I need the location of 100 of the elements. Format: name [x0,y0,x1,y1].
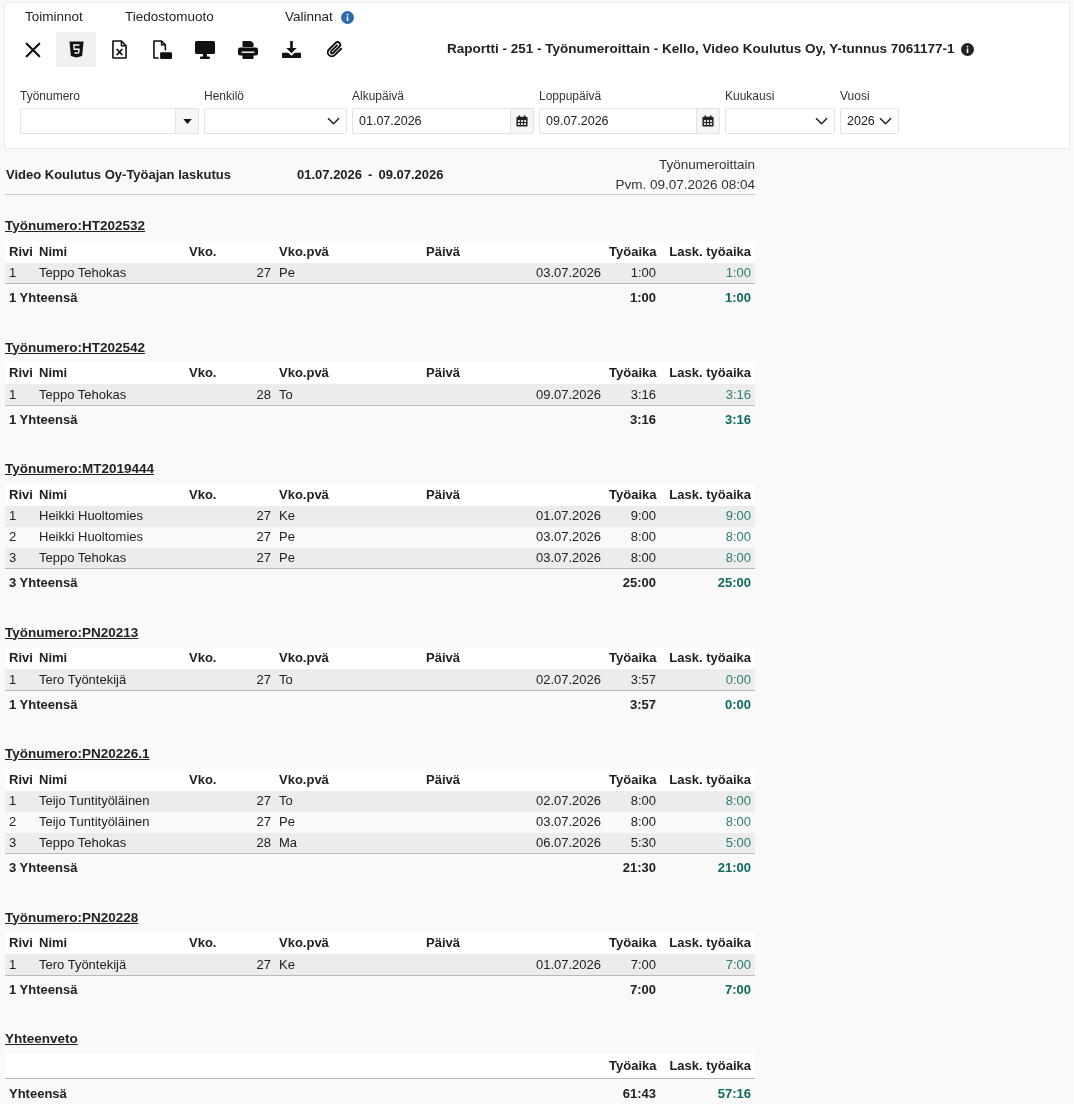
menu-item[interactable]: Valinnat [285,6,333,28]
select-field[interactable] [204,108,347,134]
menu-item[interactable]: Toiminnot [25,6,83,28]
total-label: 1 Yhteensä [5,690,605,716]
column-header: Rivi [5,483,35,506]
column-header: Lask. työaika [660,932,755,954]
table-cell: 1 [5,669,35,690]
table-cell: 27 [185,505,275,527]
column-header: Rivi [5,647,35,669]
table-cell: Teijo Tuntityöläinen [35,811,185,833]
column-header: Työaika [605,483,660,506]
calendar-icon [516,115,528,127]
group-heading: Työnumero:PN20228 [5,908,139,927]
column-header: Nimi [35,768,185,791]
table-cell: 8:00 [605,811,660,833]
column-header: Päivä [422,647,605,669]
table-cell: Ma [275,832,422,854]
column-header: Lask. työaika [660,483,755,506]
end-date: 09.07.2026 [378,165,444,184]
table-cell: Tero Työntekijä [35,954,185,975]
print-date: Pvm. 09.07.2026 08:04 [615,175,755,194]
total-cell: 21:30 [605,853,660,880]
table-cell: 27 [185,547,275,569]
table-cell: 5:30 [605,832,660,854]
group-heading: Työnumero:MT2019444 [5,460,155,478]
table-cell: To [275,669,422,690]
calendar-button[interactable] [510,108,534,134]
table-cell: 02.07.2026 [422,669,605,690]
table-cell: 9:00 [660,505,755,527]
total-label: 1 Yhteensä [5,405,605,431]
dropdown-button[interactable] [175,108,199,134]
summary-heading: Yhteenveto [5,1030,78,1048]
column-header: Lask. työaika [660,647,755,669]
column-header: Työaika [605,768,660,791]
table-cell: Pe [275,547,422,569]
field-label: Vuosi [840,89,871,103]
paperclip-icon [324,40,344,59]
table-cell: 2 [5,811,35,833]
total-label: 1 Yhteensä [5,283,605,310]
group-heading: Työnumero:HT202542 [5,338,146,357]
date-separator: - [368,165,373,184]
table-cell: 3:57 [605,669,660,690]
chevron-down-icon [327,117,340,125]
column-header: Työaika [605,362,660,384]
total-cell: 61:43 [605,1078,661,1104]
column-header: Työaika [605,647,660,669]
table-cell: 8:00 [605,790,660,812]
table-cell: Pe [275,811,422,833]
table-cell: 8:00 [605,547,660,569]
column-header: Vko.pvä [275,362,422,384]
column-header: Rivi [5,240,35,263]
group-heading: Työnumero:PN20226.1 [5,745,150,763]
table-cell: Teppo Tehokas [35,547,185,569]
column-header: Vko. [185,932,275,954]
column-header: Päivä [422,483,605,506]
total-cell: 25:00 [605,568,660,595]
table-cell: 03.07.2026 [422,811,605,833]
column-header: Päivä [422,240,605,263]
table-cell: Pe [275,526,422,548]
table-cell: 2 [5,526,35,548]
column-header: Lask. työaika [660,768,755,791]
table-cell: Pe [275,262,422,284]
column-header: Vko.pvä [275,240,422,263]
report-title: Raportti - 251 - Työnumeroittain - Kello, Video Koulutus Oy, Y-tunnus 7061177-1 [447,40,955,59]
combo-field[interactable] [20,108,176,134]
table-cell: 28 [185,384,275,405]
date-field[interactable]: 09.07.2026 [539,108,697,134]
table-cell: 27 [185,790,275,812]
menu-item[interactable]: Tiedostomuoto [125,6,214,28]
column-header: Työaika [605,240,660,263]
total-cell: 1:00 [660,283,755,310]
date-field[interactable]: 01.07.2026 [352,108,511,134]
table-cell: 27 [185,669,275,690]
select-field[interactable] [725,108,835,134]
report-grouping: Työnumeroittain [657,155,755,174]
table-cell: Ke [275,954,422,975]
total-label: 1 Yhteensä [5,975,605,1001]
table-cell: 8:00 [660,790,755,812]
column-header: Rivi [5,362,35,384]
table-cell: 0:00 [660,669,755,690]
start-date: 01.07.2026 [297,165,363,184]
calendar-button[interactable] [696,108,720,134]
table-cell: 3:16 [605,384,660,405]
table-cell: Teijo Tuntityöläinen [35,790,185,812]
table-cell: 01.07.2026 [422,954,605,975]
column-header: Työaika [605,932,660,954]
table-cell: 1:00 [660,262,755,284]
column-header: Nimi [35,647,185,669]
column-header: Lask. työaika [660,240,755,263]
group-heading: Työnumero:PN20213 [5,623,139,642]
total-cell: 21:00 [660,853,755,880]
monitor-icon [195,40,215,59]
calendar-icon [702,115,714,127]
table-cell: 8:00 [660,811,755,833]
toolbar-button[interactable] [56,32,96,67]
table-cell: 1 [5,384,35,405]
table-cell: 03.07.2026 [422,547,605,569]
select-field[interactable]: 2026 [840,108,899,134]
caret-down-icon [182,118,192,124]
table-cell: Teppo Tehokas [35,262,185,284]
